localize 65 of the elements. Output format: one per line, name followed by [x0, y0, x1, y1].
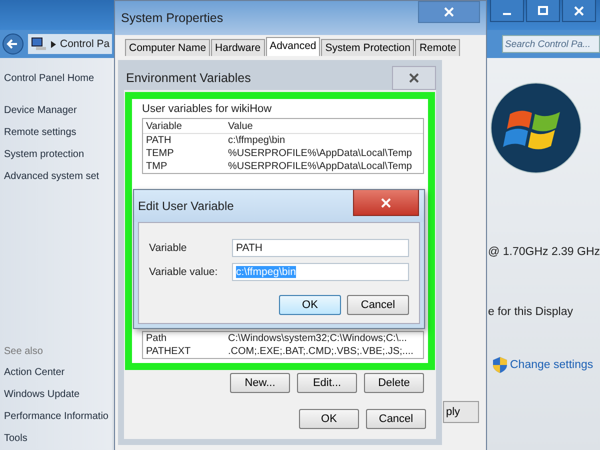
column-header[interactable]: Variable: [146, 120, 228, 132]
tab[interactable]: Remote: [415, 39, 460, 56]
see-also-link[interactable]: Tools: [4, 428, 28, 450]
input-field[interactable]: PATH: [232, 239, 409, 257]
close-icon: [443, 7, 455, 17]
display-text: e for this Display: [488, 306, 574, 318]
dialog-button[interactable]: Delete: [364, 373, 424, 393]
sidebar-link[interactable]: System protection: [4, 144, 84, 166]
computer-icon: [31, 37, 47, 51]
table-cell: .COM;.EXE;.BAT;.CMD;.VBS;.VBE;.JS;....: [228, 346, 414, 357]
see-also-link[interactable]: Windows Update: [4, 384, 80, 406]
window-title: Environment Variables: [126, 71, 251, 85]
close-icon: [380, 198, 392, 208]
close-button[interactable]: [418, 1, 480, 23]
back-icon[interactable]: [2, 33, 24, 55]
close-button[interactable]: [353, 190, 419, 216]
see-also-heading: See also: [4, 345, 43, 359]
search-field[interactable]: Search Control Pa...: [502, 35, 600, 53]
window-title: Edit User Variable: [138, 199, 234, 213]
address-text: Control Pa: [60, 38, 110, 50]
tab[interactable]: Computer Name: [125, 39, 210, 56]
field-label: Variable value:: [149, 266, 219, 278]
table-cell: %USERPROFILE%\AppData\Local\Temp: [228, 161, 412, 172]
sidebar-link[interactable]: Device Manager: [4, 100, 77, 122]
column-header[interactable]: Value: [228, 120, 253, 132]
see-also-link[interactable]: Action Center: [4, 362, 65, 384]
sidebar-link[interactable]: Control Panel Home: [4, 68, 94, 90]
tab[interactable]: Advanced: [266, 37, 320, 56]
window-title: System Properties: [121, 11, 224, 25]
close-icon: [573, 6, 585, 16]
dialog-button[interactable]: OK: [279, 295, 341, 315]
dialog-button[interactable]: Cancel: [366, 409, 426, 429]
table-cell-text: TMP: [146, 161, 168, 172]
minimize-button[interactable]: [490, 0, 524, 22]
sidebar-link[interactable]: Remote settings: [4, 122, 76, 144]
table-cell: c:\ffmpeg\bin: [228, 135, 286, 146]
table-cell-text: Path: [146, 333, 168, 344]
chevron-icon: [51, 40, 56, 48]
processor-speed-text: @ 1.70GHz 2.39 GHz: [488, 246, 600, 258]
table-cell: C:\Windows\system32;C:\Windows;C:\...: [228, 333, 407, 344]
close-button[interactable]: [562, 0, 596, 22]
field-label: Variable: [149, 242, 188, 254]
close-button[interactable]: [392, 66, 436, 90]
maximize-button[interactable]: [526, 0, 560, 22]
minimize-icon: [503, 12, 511, 14]
dialog-button[interactable]: Cancel: [347, 295, 409, 315]
sidebar-link[interactable]: Advanced system set: [4, 166, 100, 188]
close-icon: [408, 73, 420, 83]
maximize-icon: [537, 6, 549, 16]
table-cell-text: PATH: [146, 135, 172, 146]
dialog-button[interactable]: OK: [299, 409, 359, 429]
shield-icon: [492, 356, 508, 374]
windows-logo-icon: [490, 82, 582, 174]
address-bar[interactable]: Control Pa: [28, 34, 112, 54]
see-also-link[interactable]: Performance Informatio: [4, 406, 108, 428]
table-cell-text: PATHEXT: [146, 346, 192, 357]
dialog-button[interactable]: Edit...: [297, 373, 357, 393]
table-cell-text: TEMP: [146, 148, 175, 159]
change-settings-link[interactable]: Change settings: [492, 356, 600, 374]
section-label: User variables for wikiHow: [142, 103, 273, 115]
apply-button[interactable]: ply: [443, 401, 479, 423]
table-cell: %USERPROFILE%\AppData\Local\Temp: [228, 148, 412, 159]
dialog-button[interactable]: New...: [230, 373, 290, 393]
tab[interactable]: Hardware: [211, 39, 265, 56]
tab[interactable]: System Protection: [321, 39, 414, 56]
